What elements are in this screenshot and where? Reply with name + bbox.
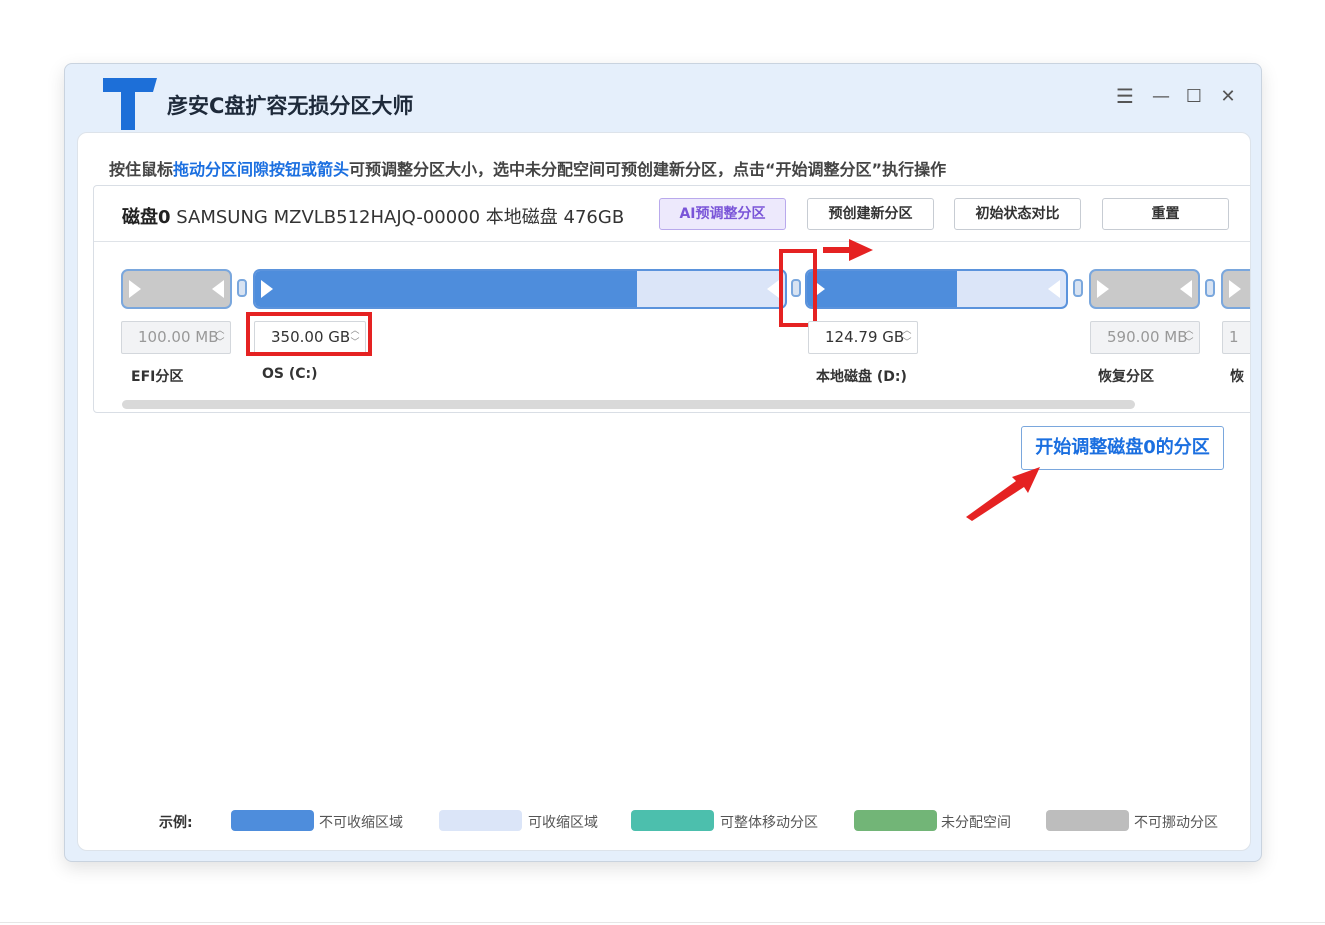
maximize-icon[interactable]: ☐ <box>1181 86 1207 107</box>
legend-title: 示例: <box>159 815 193 831</box>
legend-label: 可收缩区域 <box>528 815 598 831</box>
resize-arrow-right-icon[interactable] <box>1097 280 1109 298</box>
partition-size-value: 100.00 MB <box>138 328 219 346</box>
size-stepper-icon[interactable]: ︿ ﹀ <box>901 325 913 350</box>
partition-bar-recovery[interactable] <box>1089 269 1200 309</box>
main-content: 按住鼠标拖动分区间隙按钮或箭头可预调整分区大小，选中未分配空间可预创建新分区，点… <box>77 132 1251 851</box>
legend-swatch-shrinkable <box>439 810 522 831</box>
resize-arrow-right-icon[interactable] <box>129 280 141 298</box>
gap-handle[interactable] <box>1073 279 1083 297</box>
legend-label: 未分配空间 <box>941 815 1011 831</box>
partition-label-recovery: 恢复分区 <box>1098 369 1154 385</box>
legend-label: 不可收缩区域 <box>319 815 403 831</box>
legend-label: 可整体移动分区 <box>720 815 818 831</box>
instruction-highlight: 拖动分区间隙按钮或箭头 <box>173 160 350 179</box>
legend-swatch-movable <box>631 810 714 831</box>
instruction-text: 按住鼠标拖动分区间隙按钮或箭头可预调整分区大小，选中未分配空间可预创建新分区，点… <box>109 156 946 180</box>
partition-size-value: 590.00 MB <box>1107 328 1188 346</box>
disk-name: 磁盘0 <box>122 207 171 228</box>
partition-d-used-fill <box>807 271 958 307</box>
partition-size-value: 1 <box>1229 328 1239 346</box>
resize-arrow-left-icon[interactable] <box>212 280 224 298</box>
partition-size-input-extra: 1 <box>1222 321 1250 354</box>
instruction-suffix: 可预调整分区大小，选中未分配空间可预创建新分区，点击“开始调整分区”执行操作 <box>349 160 947 179</box>
legend-swatch-non-shrinkable <box>231 810 314 831</box>
gap-handle[interactable] <box>237 279 247 297</box>
arrow-right-annotation-icon <box>823 239 873 261</box>
menu-icon[interactable]: ☰ <box>1112 84 1138 108</box>
ai-adjust-button[interactable]: AI预调整分区 <box>659 198 786 230</box>
resize-arrow-right-icon[interactable] <box>261 280 273 298</box>
app-logo-icon <box>103 78 157 130</box>
app-title: 彦安C盘扩容无损分区大师 <box>167 94 414 118</box>
app-window: 彦安C盘扩容无损分区大师 ☰ — ☐ ✕ 按住鼠标拖动分区间隙按钮或箭头可预调整… <box>64 63 1262 862</box>
reset-button[interactable]: 重置 <box>1102 198 1229 230</box>
resize-arrow-left-icon[interactable] <box>767 280 779 298</box>
size-stepper-icon: ︿ ﹀ <box>215 326 225 348</box>
initial-state-compare-button[interactable]: 初始状态对比 <box>954 198 1081 230</box>
disk-panel: 磁盘0 SAMSUNG MZVLB512HAJQ-00000 本地磁盘 476G… <box>93 185 1250 413</box>
partition-bar-c[interactable] <box>253 269 787 309</box>
page-bottom-divider <box>0 922 1325 923</box>
partition-size-input-d[interactable]: 124.79 GB ︿ ﹀ <box>808 321 918 354</box>
legend-swatch-immovable <box>1046 810 1129 831</box>
close-icon[interactable]: ✕ <box>1215 86 1241 107</box>
partition-bar-extra[interactable] <box>1221 269 1250 309</box>
disk-label: 磁盘0 SAMSUNG MZVLB512HAJQ-00000 本地磁盘 476G… <box>122 203 624 229</box>
partition-size-input-recovery: 590.00 MB ︿ ﹀ <box>1090 321 1200 354</box>
partition-label-d: 本地磁盘 (D:) <box>816 369 907 385</box>
legend-swatch-unallocated <box>854 810 937 831</box>
partition-label-c: OS (C:) <box>262 366 318 382</box>
partition-label-extra: 恢 <box>1230 369 1244 385</box>
legend: 示例: 不可收缩区域 可收缩区域 可整体移动分区 未分配空间 不可挪动分区 <box>78 808 1250 832</box>
arrow-pointer-annotation-icon <box>966 467 1040 521</box>
highlight-box-c-size <box>246 312 372 356</box>
disk-header: 磁盘0 SAMSUNG MZVLB512HAJQ-00000 本地磁盘 476G… <box>94 186 1250 242</box>
legend-label: 不可挪动分区 <box>1134 815 1218 831</box>
partition-bar-efi[interactable] <box>121 269 232 309</box>
partition-c-used-fill <box>255 271 637 307</box>
start-resize-button[interactable]: 开始调整磁盘0的分区 <box>1021 426 1224 470</box>
gap-handle[interactable] <box>1205 279 1215 297</box>
pre-create-partition-button[interactable]: 预创建新分区 <box>807 198 934 230</box>
horizontal-scrollbar[interactable] <box>122 400 1135 409</box>
highlight-box-gap <box>779 249 817 327</box>
partition-size-value: 124.79 GB <box>825 328 905 346</box>
resize-arrow-left-icon[interactable] <box>1180 280 1192 298</box>
resize-arrow-right-icon[interactable] <box>1229 280 1241 298</box>
disk-info: SAMSUNG MZVLB512HAJQ-00000 本地磁盘 476GB <box>170 207 625 228</box>
minimize-icon[interactable]: — <box>1148 86 1174 107</box>
partition-label-efi: EFI分区 <box>131 369 184 385</box>
partition-bar-d[interactable] <box>805 269 1068 309</box>
size-stepper-icon: ︿ ﹀ <box>1184 326 1194 348</box>
resize-arrow-left-icon[interactable] <box>1048 280 1060 298</box>
partition-size-input-efi: 100.00 MB ︿ ﹀ <box>121 321 231 354</box>
instruction-prefix: 按住鼠标 <box>109 160 174 179</box>
